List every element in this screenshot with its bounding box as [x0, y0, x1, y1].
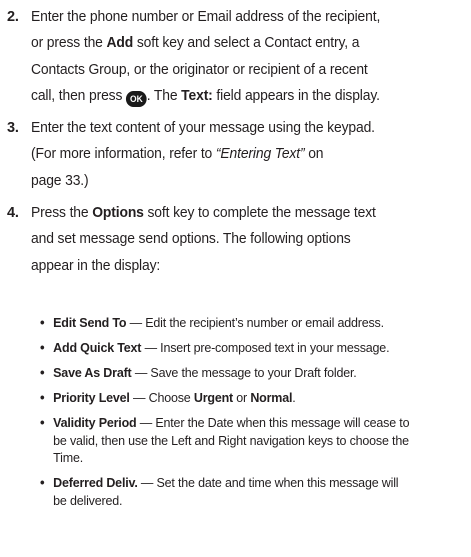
text-run: Contacts Group, or the originator or rec… — [31, 61, 368, 78]
text-run: — Save the message to your Draft folder. — [131, 365, 357, 381]
bullet-icon: • — [40, 474, 45, 491]
bullet-icon: • — [40, 314, 45, 330]
text-run: Press the — [31, 205, 93, 221]
option-item: • Priority Level — Choose Urgent or Norma… — [40, 389, 471, 407]
text-run: Time. — [53, 450, 84, 466]
text-run: on — [304, 146, 324, 163]
text-line: page 33.) — [31, 168, 443, 194]
bold-term: Normal — [250, 390, 293, 406]
step-text: Press the Options soft key to complete t… — [31, 200, 443, 279]
text-run: Enter the text content of your message u… — [31, 120, 375, 136]
bold-term: Edit Send To — [53, 315, 127, 330]
text-line: Save As Draft — Save the message to your… — [53, 364, 471, 382]
option-item: • Save As Draft — Save the message to you… — [40, 364, 471, 382]
ok-key-icon: OK — [126, 90, 147, 107]
text-run: — Edit the recipient’s number or email a… — [126, 315, 384, 330]
step-number: 2. — [7, 9, 19, 25]
text-line: Enter the text content of your message u… — [31, 115, 443, 141]
text-run: . The — [146, 87, 182, 104]
text-run: call, then press — [31, 87, 127, 104]
bold-term: Text: — [181, 87, 213, 104]
text-line: call, then press OK. The Text: field app… — [31, 83, 443, 109]
text-line: Contacts Group, or the originator or rec… — [31, 57, 443, 83]
text-run: and set message send options. The follow… — [31, 231, 351, 248]
option-item: • Add Quick Text — Insert pre-composed te… — [40, 339, 471, 357]
text-line: Deferred Deliv. — Set the date and time … — [53, 474, 471, 492]
bullet-icon: • — [40, 339, 45, 356]
options-list: • Edit Send To — Edit the recipient’s num… — [40, 314, 470, 517]
step-text: Enter the text content of your message u… — [31, 115, 443, 194]
option-item: • Validity Period — Enter the Date when t… — [40, 414, 471, 467]
text-line: Validity Period — Enter the Date when th… — [53, 414, 471, 432]
step-text: Enter the phone number or Email address … — [31, 4, 443, 109]
text-run: be valid, then use the Left and Right na… — [53, 432, 409, 448]
bold-term: Urgent — [193, 390, 234, 406]
text-line: or press the Add soft key and select a C… — [31, 30, 443, 56]
step-number: 4. — [7, 205, 19, 221]
cross-reference: “Entering Text” — [215, 146, 305, 163]
option-item: • Deferred Deliv. — Set the date and time… — [40, 474, 471, 509]
step-number: 3. — [7, 120, 19, 136]
option-item: • Edit Send To — Edit the recipient’s num… — [40, 314, 471, 332]
text-run: soft key and select a Contact entry, a — [133, 35, 360, 52]
text-line: Add Quick Text — Insert pre-composed tex… — [53, 339, 471, 357]
text-run: — Choose — [129, 390, 194, 406]
text-run: soft key to complete the message text — [143, 205, 376, 221]
text-run: . — [292, 390, 296, 406]
text-run: appear in the display: — [31, 257, 161, 274]
text-line: Enter the phone number or Email address … — [31, 4, 443, 30]
bold-term: Options — [92, 205, 144, 221]
bold-term: Priority Level — [53, 390, 130, 406]
text-line: be valid, then use the Left and Right na… — [53, 432, 471, 450]
text-run: field appears in the display. — [212, 87, 380, 104]
text-run: or press the — [31, 35, 107, 52]
text-run: — Set the date and time when this messag… — [137, 475, 399, 491]
bullet-icon: • — [40, 389, 45, 406]
text-run: (For more information, refer to — [31, 146, 216, 163]
text-line: be delivered. — [53, 492, 471, 510]
bold-term: Save As Draft — [53, 365, 132, 381]
text-run: — Insert pre-composed text in your messa… — [141, 340, 390, 356]
text-line: appear in the display: — [31, 253, 443, 279]
text-run: be delivered. — [53, 492, 123, 508]
bullet-icon: • — [40, 414, 45, 431]
text-run: Enter the phone number or Email address … — [31, 9, 381, 25]
bold-term: Deferred Deliv. — [53, 475, 138, 491]
bold-term: Add — [106, 35, 134, 52]
text-line: and set message send options. The follow… — [31, 226, 443, 252]
text-line: Press the Options soft key to complete t… — [31, 200, 443, 226]
bold-term: Add Quick Text — [53, 340, 142, 356]
text-line: Priority Level — Choose Urgent or Normal… — [53, 389, 471, 407]
bold-term: Validity Period — [53, 415, 137, 431]
text-line: Time. — [53, 449, 471, 467]
text-run: page 33.) — [31, 172, 89, 189]
bullet-icon: • — [40, 364, 45, 381]
text-line: (For more information, refer to “Enterin… — [31, 141, 443, 167]
text-run: or — [233, 390, 251, 406]
text-line: Edit Send To — Edit the recipient’s numb… — [53, 314, 471, 332]
text-run: — Enter the Date when this message will … — [136, 415, 410, 431]
manual-page: 2. Enter the phone number or Email addre… — [0, 0, 471, 557]
